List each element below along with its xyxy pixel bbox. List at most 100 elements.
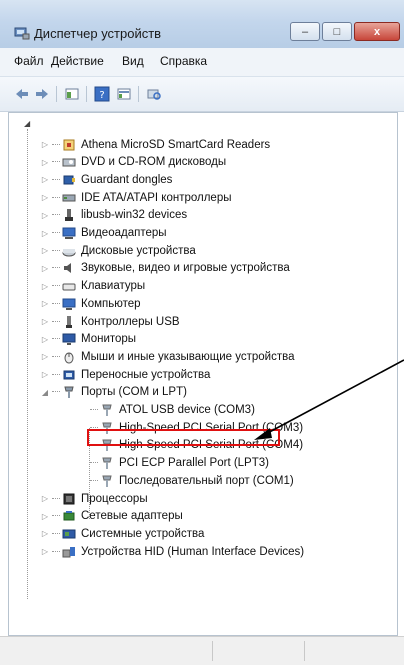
back-arrow-icon[interactable] <box>14 85 30 103</box>
tree-connector <box>52 550 60 553</box>
expand-toggle-icon[interactable]: ▷ <box>40 264 50 273</box>
tree-category-row[interactable]: ▷ Переносные устройства <box>40 366 210 383</box>
tree-connector <box>52 161 60 163</box>
tree-category-row[interactable]: ▷ Звуковые, видео и игровые устройства <box>40 260 290 277</box>
expand-toggle-icon[interactable]: ▷ <box>40 547 50 556</box>
tree-device-label: PCI ECP Parallel Port (LPT3) <box>119 457 269 470</box>
expand-toggle-icon[interactable]: ▷ <box>40 229 50 238</box>
computer-icon <box>62 298 76 310</box>
tree-category-row[interactable]: ▷ Процессоры <box>40 490 148 507</box>
expand-toggle-icon[interactable]: ▷ <box>40 494 50 503</box>
show-hide-icon[interactable] <box>64 85 80 103</box>
tree-category-label: IDE ATA/ATAPI контроллеры <box>81 191 232 204</box>
scan-hardware-icon[interactable] <box>146 85 162 103</box>
tree-category-row[interactable]: ◢ Порты (COM и LPT) <box>40 384 187 401</box>
network-adapter-icon <box>63 511 75 521</box>
tree-category-row[interactable]: ▷ IDE ATA/ATAPI контроллеры <box>40 189 232 206</box>
status-bar <box>0 636 404 665</box>
display-adapter-icon <box>62 227 76 239</box>
tree-category-row[interactable]: ▷ Системные устройства <box>40 525 204 542</box>
tree-category-row[interactable]: ▷ Guardant dongles <box>40 171 173 188</box>
expand-toggle-icon[interactable]: ▷ <box>40 246 50 255</box>
tree-connector <box>52 532 60 535</box>
tree-device-row[interactable]: Последовательный порт (COM1) <box>90 472 294 489</box>
expand-toggle-icon[interactable]: ▷ <box>40 512 50 521</box>
root-collapse-toggle[interactable]: ◢ <box>24 119 30 128</box>
forward-arrow-icon[interactable] <box>34 85 50 103</box>
expand-toggle-icon[interactable]: ▷ <box>40 317 50 326</box>
expand-toggle-icon[interactable]: ▷ <box>40 211 50 220</box>
tree-category-label: DVD и CD-ROM дисководы <box>81 156 227 169</box>
minimize-icon: – <box>301 25 309 38</box>
expand-toggle-icon[interactable]: ▷ <box>40 140 50 149</box>
tree-connector <box>52 232 60 234</box>
device-manager-icon <box>14 27 30 40</box>
usb-controller-icon <box>66 315 72 328</box>
portable-device-icon <box>63 370 75 380</box>
tree-connector <box>90 409 98 411</box>
expand-toggle-icon[interactable]: ▷ <box>40 299 50 308</box>
expand-toggle-icon[interactable]: ▷ <box>40 282 50 291</box>
expand-toggle-icon[interactable]: ▷ <box>40 193 50 202</box>
menu-help[interactable]: Справка <box>160 54 207 68</box>
tree-device-label: ATOL USB device (COM3) <box>119 404 255 416</box>
collapse-toggle-icon[interactable]: ◢ <box>40 388 50 397</box>
menu-action[interactable]: Действие <box>51 54 104 68</box>
tree-device-row-selected[interactable]: ATOL USB device (COM3) <box>90 402 255 419</box>
tree-category-row[interactable]: ▷ Клавиатуры <box>40 278 145 295</box>
toolbar-separator <box>138 86 139 102</box>
tree-category-label: Мыши и иные указывающие устройства <box>81 350 295 363</box>
tree-connector <box>52 178 60 181</box>
processor-icon <box>63 493 75 504</box>
keyboard-icon <box>62 283 76 291</box>
tree-category-label: Переносные устройства <box>81 368 211 381</box>
mouse-icon <box>64 352 74 364</box>
tree-category-row[interactable]: ▷ libusb-win32 devices <box>40 207 187 224</box>
title-bar[interactable]: Диспетчер устройств – □ x <box>0 0 404 48</box>
tree-guide-line <box>27 129 28 599</box>
menu-file[interactable]: Файл <box>14 54 44 68</box>
properties-icon[interactable] <box>116 85 132 103</box>
tree-connector <box>52 373 60 376</box>
expand-toggle-icon[interactable]: ▷ <box>40 335 50 344</box>
dvd-drive-icon <box>62 158 76 167</box>
tree-category-label: Athena MicroSD SmartCard Readers <box>81 138 271 151</box>
tree-connector <box>52 515 60 517</box>
tree-category-row[interactable]: ▷ Athena MicroSD SmartCard Readers <box>40 136 270 153</box>
tree-category-label: Видеоадаптеры <box>81 227 167 239</box>
expand-toggle-icon[interactable]: ▷ <box>40 158 50 167</box>
expand-toggle-icon[interactable]: ▷ <box>40 175 50 184</box>
tree-device-row[interactable]: PCI ECP Parallel Port (LPT3) <box>90 455 269 472</box>
tree-connector <box>52 196 60 199</box>
tree-category-row[interactable]: ▷ Сетевые адаптеры <box>40 508 183 525</box>
tree-category-row[interactable]: ▷ Контроллеры USB <box>40 313 180 330</box>
window-title: Диспетчер устройств <box>34 26 162 41</box>
close-button[interactable]: x <box>354 22 400 41</box>
port-device-icon <box>102 404 112 416</box>
hid-icon <box>62 546 75 558</box>
tree-category-row[interactable]: ▷ Видеоадаптеры <box>40 225 167 242</box>
tree-category-label: Мониторы <box>81 333 137 346</box>
tree-connector <box>52 267 60 269</box>
menu-view[interactable]: Вид <box>122 54 144 68</box>
speaker-icon <box>64 263 71 274</box>
tree-category-row[interactable]: ▷ Мониторы <box>40 331 136 348</box>
tree-category-row[interactable]: ▷ Компьютер <box>40 295 141 312</box>
tree-category-row[interactable]: ▷ Дисковые устройства <box>40 242 196 259</box>
maximize-button[interactable]: □ <box>322 22 352 41</box>
expand-toggle-icon[interactable]: ▷ <box>40 529 50 538</box>
expand-toggle-icon[interactable]: ▷ <box>40 352 50 361</box>
tree-connector <box>52 302 60 305</box>
tree-category-row[interactable]: ▷ DVD и CD-ROM дисководы <box>40 154 226 171</box>
minimize-button[interactable]: – <box>290 22 320 41</box>
tree-category-label: Компьютер <box>81 297 141 310</box>
tree-category-label: Сетевые адаптеры <box>81 510 183 523</box>
expand-toggle-icon[interactable]: ▷ <box>40 370 50 379</box>
tree-category-label: Устройства HID (Human Interface Devices) <box>81 545 305 558</box>
tree-category-row[interactable]: ▷ Мыши и иные указывающие устройства <box>40 348 295 365</box>
maximize-icon: □ <box>333 25 341 38</box>
tree-category-row[interactable]: ▷ Устройства HID (Human Interface Devices… <box>40 543 304 560</box>
toolbar-separator <box>86 86 87 102</box>
help-icon[interactable]: ? <box>94 85 110 103</box>
tree-connector <box>52 214 60 216</box>
